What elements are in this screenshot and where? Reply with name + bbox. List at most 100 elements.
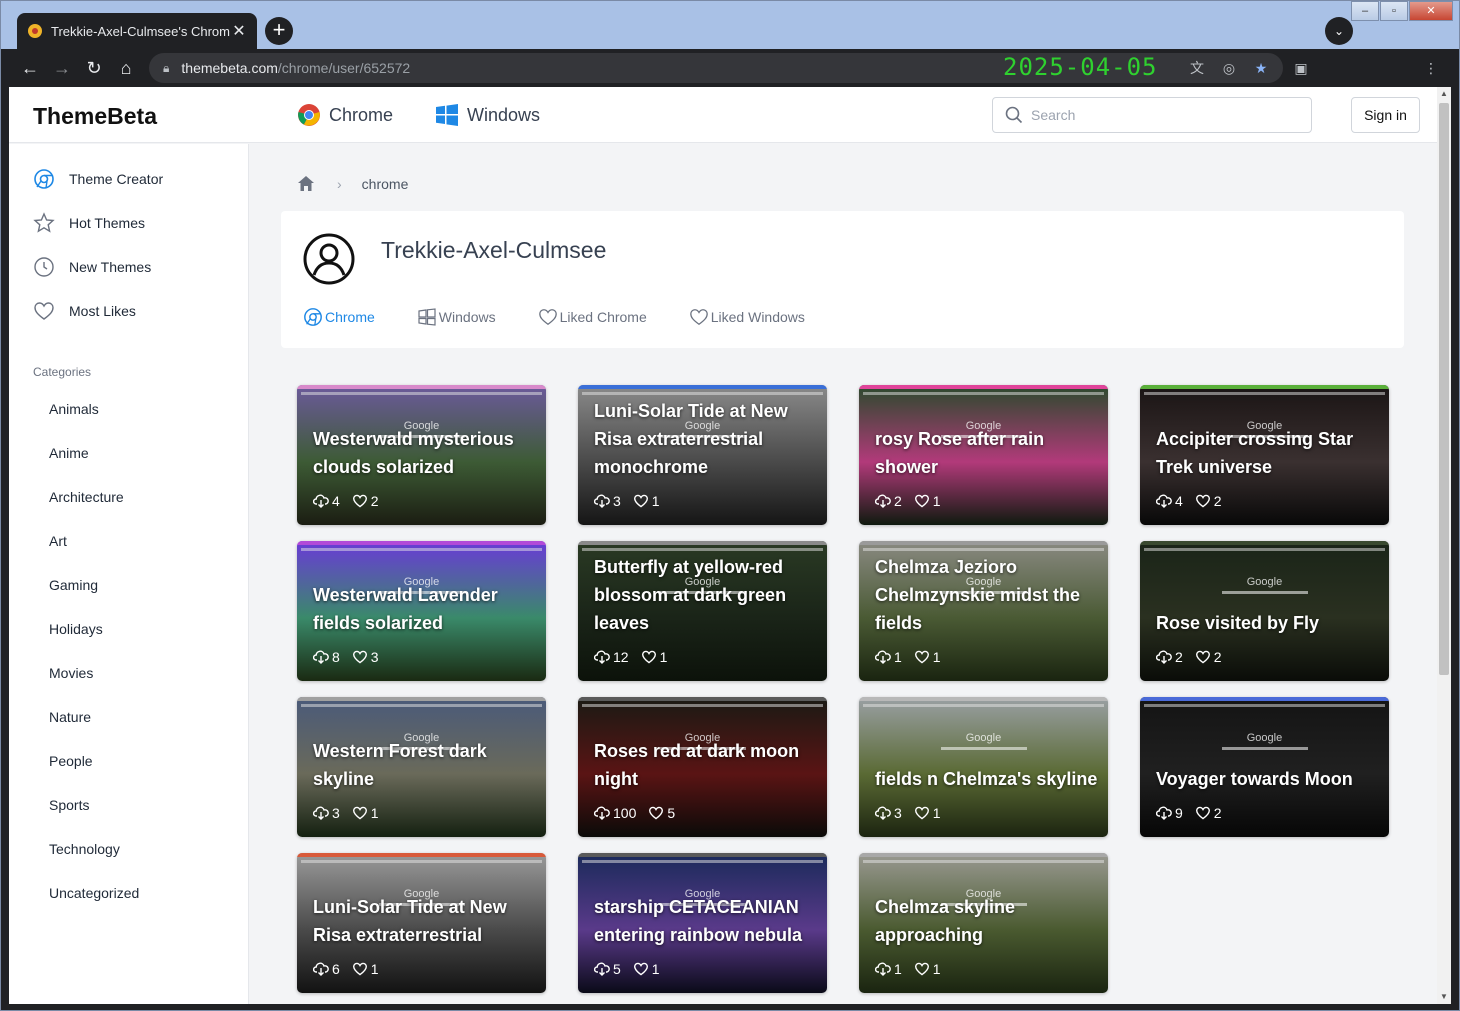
theme-title[interactable]: rosy Rose after rain shower [875,425,1098,481]
nav-windows[interactable]: Windows [435,103,540,127]
menu-icon[interactable]: ⋮ [1421,59,1441,77]
search-input[interactable]: Search [992,97,1312,133]
download-icon [313,962,329,976]
theme-card[interactable]: Google Roses red at dark moon night 100 5 [578,697,827,837]
theme-title[interactable]: Voyager towards Moon [1156,765,1379,793]
category-link[interactable]: People [49,753,93,769]
theme-title[interactable]: Roses red at dark moon night [594,737,817,793]
theme-card[interactable]: Google fields n Chelmza's skyline 3 1 [859,697,1108,837]
minimize-button[interactable]: – [1351,1,1379,21]
sidebar-item-most-likes[interactable]: Most Likes [33,300,136,322]
forward-icon[interactable]: → [49,55,75,81]
sidebar-item-hot-themes[interactable]: Hot Themes [33,212,145,234]
maximize-button[interactable]: ▫ [1380,1,1408,21]
theme-card[interactable]: Google Westerwald mysterious clouds solar… [297,385,546,525]
tab-liked-windows[interactable]: Liked Windows [689,307,805,327]
tab-search-button[interactable]: ⌄ [1325,17,1353,45]
theme-title[interactable]: Rose visited by Fly [1156,609,1379,637]
like-count-value: 1 [370,805,379,821]
category-link[interactable]: Uncategorized [49,885,139,901]
bookmark-star-icon[interactable]: ★ [1251,59,1271,77]
window-close-button[interactable]: ✕ [1409,1,1453,21]
category-link[interactable]: Nature [49,709,91,725]
sidebar-item-new-themes[interactable]: New Themes [33,256,151,278]
category-link[interactable]: Sports [49,797,89,813]
like-count: 3 [352,649,379,665]
heart-icon [914,962,929,976]
back-icon[interactable]: ← [17,55,43,81]
side-panel-icon[interactable]: ▣ [1291,59,1311,77]
theme-card[interactable]: Google starship CETACEANIAN entering rain… [578,853,827,993]
theme-card[interactable]: Google Luni-Solar Tide at New Risa extrat… [297,853,546,993]
category-link[interactable]: Holidays [49,621,103,637]
theme-title[interactable]: Luni-Solar Tide at New Risa extraterrest… [313,893,536,949]
tab-chrome[interactable]: Chrome [303,307,375,327]
theme-card[interactable]: Google Western Forest dark skyline 3 1 [297,697,546,837]
download-icon [875,650,891,664]
scrollbar-thumb[interactable] [1439,103,1449,675]
category-link[interactable]: Movies [49,665,93,681]
breadcrumb-current[interactable]: chrome [362,176,409,192]
theme-title[interactable]: Butterfly at yellow-red blossom at dark … [594,553,817,637]
sign-in-button[interactable]: Sign in [1351,97,1420,133]
home-icon[interactable]: ⌂ [113,55,139,81]
site-logo[interactable]: ThemeBeta [33,103,157,130]
scroll-up-icon[interactable]: ▲ [1437,87,1451,101]
url-path: /chrome/user/652572 [277,60,411,76]
theme-title[interactable]: Chelmza Jezioro Chelmzynskie midst the f… [875,553,1098,637]
theme-card[interactable]: Google Luni-Solar Tide at New Risa extrat… [578,385,827,525]
theme-title[interactable]: Western Forest dark skyline [313,737,536,793]
title-bar: Trekkie-Axel-Culmsee's Chrom ✕ + ⌄ – ▫ ✕ [1,1,1459,49]
category-link[interactable]: Animals [49,401,99,417]
download-count-value: 2 [1175,649,1183,665]
theme-card[interactable]: Google Accipiter crossing Star Trek unive… [1140,385,1389,525]
card-tab-strip [863,548,1104,551]
theme-card[interactable]: Google Voyager towards Moon 9 2 [1140,697,1389,837]
browser-tab[interactable]: Trekkie-Axel-Culmsee's Chrom ✕ [17,13,257,49]
tab-windows[interactable]: Windows [417,307,496,327]
nav-chrome[interactable]: Chrome [297,103,393,127]
card-tab-strip [582,392,823,395]
heart-icon [352,806,367,820]
like-count: 1 [641,649,667,665]
heart-icon [352,494,367,508]
theme-stats: 61 [313,961,379,977]
theme-title[interactable]: Accipiter crossing Star Trek universe [1156,425,1379,481]
like-count-value: 1 [651,961,660,977]
theme-title[interactable]: Westerwald mysterious clouds solarized [313,425,536,481]
tab-liked-chrome[interactable]: Liked Chrome [538,307,647,327]
theme-title[interactable]: Westerwald Lavender fields solarized [313,581,536,637]
theme-card[interactable]: Google Rose visited by Fly 2 2 [1140,541,1389,681]
category-link[interactable]: Art [49,533,67,549]
card-top-bar [859,853,1108,857]
tab-close-icon[interactable]: ✕ [231,21,247,41]
sidebar-item-label: New Themes [69,259,152,275]
theme-card[interactable]: Google Chelmza skyline approaching 1 1 [859,853,1108,993]
reload-icon[interactable]: ↻ [81,55,107,81]
browser-window: Trekkie-Axel-Culmsee's Chrom ✕ + ⌄ – ▫ ✕… [0,0,1460,1011]
category-link[interactable]: Gaming [49,577,98,593]
sidebar-item-theme-creator[interactable]: Theme Creator [33,168,163,190]
new-tab-button[interactable]: + [265,17,293,45]
tracking-off-icon[interactable]: ◎ [1219,59,1239,77]
page-scrollbar[interactable]: ▲ ▼ [1437,87,1451,1004]
theme-stats: 31 [594,493,660,509]
category-link[interactable]: Technology [49,841,120,857]
theme-title[interactable]: fields n Chelmza's skyline [875,765,1098,793]
theme-title[interactable]: Chelmza skyline approaching [875,893,1098,949]
theme-card[interactable]: Google Westerwald Lavender fields solariz… [297,541,546,681]
category-link[interactable]: Anime [49,445,89,461]
download-count: 2 [1156,649,1183,665]
download-count: 12 [594,649,629,665]
theme-title[interactable]: Luni-Solar Tide at New Risa extraterrest… [594,397,817,481]
heart-icon [914,806,929,820]
theme-card[interactable]: Google rosy Rose after rain shower 2 1 [859,385,1108,525]
scroll-down-icon[interactable]: ▼ [1437,990,1451,1004]
translate-icon[interactable]: 文 [1187,59,1207,77]
theme-card[interactable]: Google Chelmza Jezioro Chelmzynskie midst… [859,541,1108,681]
theme-card[interactable]: Google Butterfly at yellow-red blossom at… [578,541,827,681]
download-count-value: 9 [1175,805,1183,821]
home-icon[interactable] [297,175,315,192]
category-link[interactable]: Architecture [49,489,124,505]
theme-title[interactable]: starship CETACEANIAN entering rainbow ne… [594,893,817,949]
